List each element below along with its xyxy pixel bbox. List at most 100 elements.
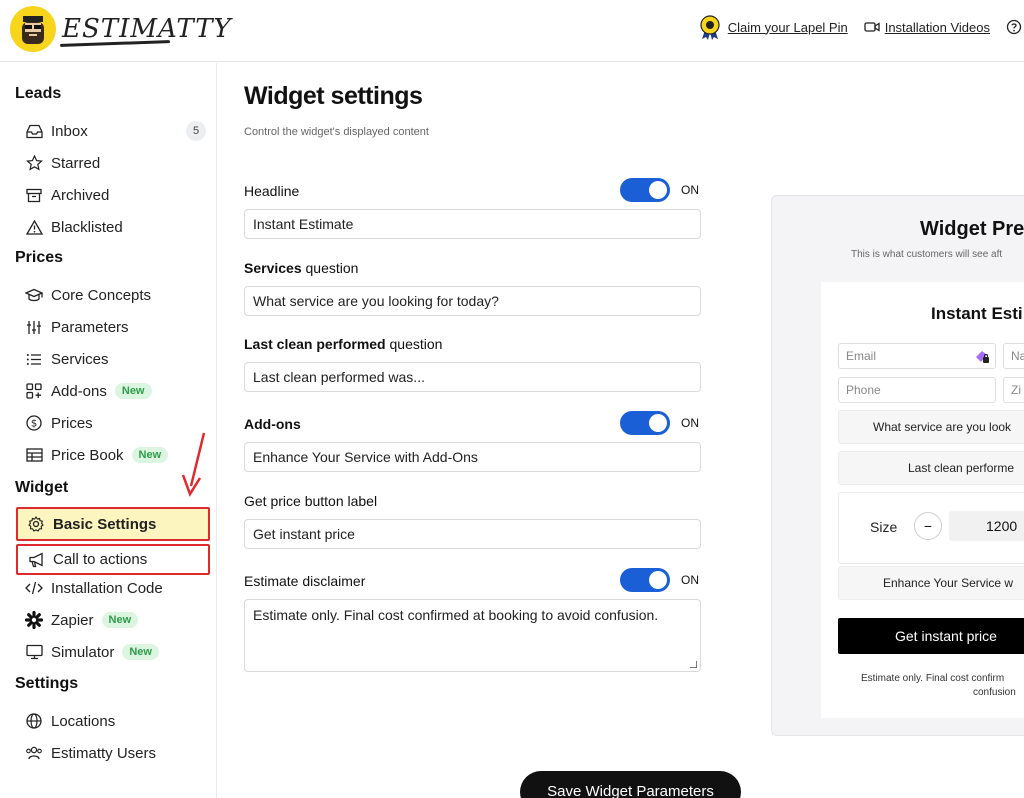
sidebar-item-label: Basic Settings [53,515,157,533]
price-button-input[interactable]: Get instant price [244,519,701,549]
claim-lapel-pin-link[interactable]: Claim your Lapel Pin [697,14,848,40]
preview-zip-input[interactable]: Zi [1003,377,1024,403]
video-camera-icon [864,22,880,32]
section-title-prices: Prices [15,249,64,266]
sidebar-item-label: Starred [51,154,101,172]
sidebar-item-estimatty-users[interactable]: Estimatty Users [16,738,210,768]
sidebar-item-parameters[interactable]: Parameters [16,312,210,342]
logo-mascot-icon [10,6,56,52]
last-clean-question-label-bold: Last clean performed [244,336,386,352]
disclaimer-toggle-group: ON [620,568,699,592]
zapier-icon [25,611,43,629]
sidebar-item-simulator[interactable]: Simulator New [16,637,210,667]
table-icon [25,446,43,464]
sidebar-item-label: Services [51,350,109,368]
last-clean-question-input[interactable]: Last clean performed was... [244,362,701,392]
sidebar-item-archived[interactable]: Archived [16,180,210,210]
header-links: Claim your Lapel Pin Installation Videos [697,14,1024,40]
brand-name: ESTIMATTY [62,14,232,44]
page-subtitle: Control the widget's displayed content [244,126,429,138]
preview-size-stepper: Size − 1200 [838,492,1024,564]
last-clean-question-label: Last clean performed question [244,336,442,352]
archive-icon [25,186,43,204]
last-clean-question-label-rest: question [385,336,443,352]
add-ons-input[interactable]: Enhance Your Service with Add-Ons [244,442,701,472]
preview-service-select[interactable]: What service are you look [838,410,1024,444]
preview-title: Widget Pre [920,218,1024,240]
preview-disclaimer: Estimate only. Final cost confirm confus… [861,672,1024,700]
help-circle-icon[interactable] [1006,19,1022,35]
sliders-icon [25,318,43,336]
sidebar: Leads Inbox 5 Starred Archived Blacklist… [0,63,217,798]
add-ons-toggle[interactable] [620,411,670,435]
megaphone-icon [27,551,45,569]
new-badge: New [122,644,159,660]
save-widget-parameters-button[interactable]: Save Widget Parameters [520,771,741,798]
preview-get-price-button[interactable]: Get instant price [838,618,1024,654]
sidebar-item-label: Inbox [51,122,88,140]
preview-widget-heading: Instant Esti [931,304,1023,323]
preview-email-placeholder: Email [846,349,877,363]
disclaimer-textarea[interactable]: Estimate only. Final cost confirmed at b… [244,599,701,672]
sidebar-item-label: Zapier [51,611,94,629]
resize-handle-icon[interactable] [690,661,697,668]
section-title-settings: Settings [15,675,79,692]
sidebar-item-label: Parameters [51,318,129,336]
services-question-input[interactable]: What service are you looking for today? [244,286,701,316]
annotation-arrow [181,432,206,497]
sidebar-item-label: Estimatty Users [51,744,157,762]
sidebar-item-inbox[interactable]: Inbox 5 [16,116,210,146]
add-ons-icon [25,382,43,400]
disclaimer-label: Estimate disclaimer [244,573,366,589]
preview-email-input[interactable]: Email [838,343,996,369]
headline-toggle[interactable] [620,178,670,202]
graduation-cap-icon [25,286,43,304]
preview-size-value[interactable]: 1200 [949,511,1024,541]
preview-phone-input[interactable]: Phone [838,377,996,403]
preview-decrement-button[interactable]: − [914,512,942,540]
sidebar-item-label: Add-ons [51,382,107,400]
installation-videos-link[interactable]: Installation Videos [864,20,990,35]
sidebar-item-label: Prices [51,414,93,432]
sidebar-item-basic-settings[interactable]: Basic Settings [16,507,210,541]
headline-toggle-group: ON [620,178,699,202]
preview-last-clean-select[interactable]: Last clean performe [838,451,1024,485]
disclaimer-text: Estimate only. Final cost confirmed at b… [253,607,659,623]
add-ons-toggle-group: ON [620,411,699,435]
warning-icon [25,218,43,236]
preview-add-ons-select[interactable]: Enhance Your Service w [838,566,1024,600]
inbox-icon [25,122,43,140]
preview-name-input[interactable]: Na [1003,343,1024,369]
brand-logo[interactable]: ESTIMATTY [10,6,232,52]
headline-toggle-state: ON [681,183,699,197]
code-icon [25,579,43,597]
toggle-knob [649,571,667,589]
sidebar-item-starred[interactable]: Starred [16,148,210,178]
sidebar-item-label: Price Book [51,446,124,464]
sidebar-item-call-to-actions[interactable]: Call to actions [16,544,210,575]
claim-lapel-pin-label: Claim your Lapel Pin [727,19,848,35]
svg-text:$: $ [31,419,37,430]
preview-subtitle: This is what customers will see aft [851,249,1003,260]
sidebar-item-locations[interactable]: Locations [16,706,210,736]
star-icon [25,154,43,172]
preview-disclaimer-line-1: Estimate only. Final cost confirm [861,673,1005,684]
preview-size-label: Size [870,519,898,535]
sidebar-item-installation-code[interactable]: Installation Code [16,573,210,603]
new-badge: New [101,612,139,628]
services-question-label-rest: question [301,260,359,276]
sidebar-item-core-concepts[interactable]: Core Concepts [16,280,210,310]
section-title-widget: Widget [15,479,69,496]
globe-icon [25,712,43,730]
sidebar-item-blacklisted[interactable]: Blacklisted [16,212,210,242]
price-button-label: Get price button label [244,493,378,509]
top-header: ESTIMATTY Claim your Lapel Pin Installat… [0,0,1024,62]
sidebar-item-services[interactable]: Services [16,344,210,374]
headline-input[interactable]: Instant Estimate [244,209,701,239]
sidebar-item-add-ons[interactable]: Add-ons New [16,376,210,406]
sidebar-item-zapier[interactable]: Zapier New [16,605,210,635]
services-question-label-bold: Services [244,260,302,276]
sidebar-item-label: Simulator [51,643,115,661]
disclaimer-toggle[interactable] [620,568,670,592]
list-icon [25,350,43,368]
